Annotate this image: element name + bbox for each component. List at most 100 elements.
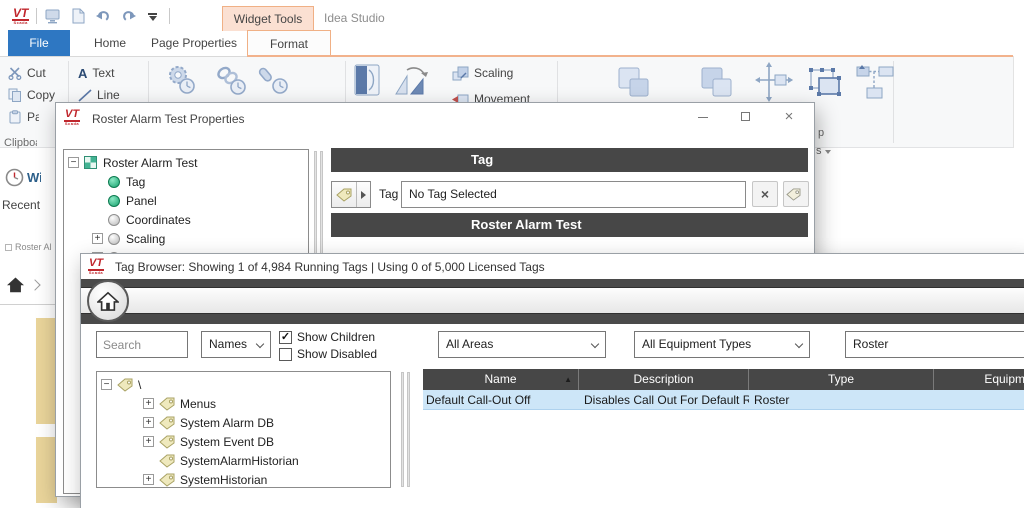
clipboard-group-caption: Clipboard [4, 137, 37, 149]
equipment-filter-select[interactable]: All Equipment Types [634, 331, 810, 358]
dialog-title: Roster Alarm Test Properties [92, 112, 245, 126]
show-disabled-checkbox[interactable]: Show Disabled [279, 347, 377, 361]
scaling-button[interactable]: Scaling [452, 64, 513, 82]
tree-item-tag[interactable]: Tag [68, 172, 308, 191]
cut-button[interactable]: Cut [8, 64, 46, 82]
tab-home[interactable]: Home [80, 30, 140, 57]
tree-item-panel[interactable]: Panel [68, 191, 308, 210]
tab-page-properties[interactable]: Page Properties [146, 30, 242, 57]
expand-expander[interactable]: + [143, 474, 154, 485]
tag-icon [159, 397, 175, 411]
expand-expander[interactable]: + [143, 417, 154, 428]
recent-item-thumbnail[interactable]: Roster Alarm Test [5, 242, 51, 252]
canvas-widget-bar[interactable] [36, 318, 57, 424]
rotate-icon[interactable] [393, 64, 433, 101]
column-header-name[interactable]: Name ▲ [423, 369, 579, 390]
display-manager-icon[interactable] [44, 7, 62, 25]
customize-toolbar-icon[interactable] [144, 7, 162, 25]
right-triangle-icon [361, 191, 366, 199]
copy-button[interactable]: Copy [8, 86, 55, 104]
dropdown-chevron-icon [825, 150, 831, 154]
column-header-type[interactable]: Type [749, 369, 934, 390]
cell-equipment [934, 390, 1024, 410]
column-header-description[interactable]: Description [579, 369, 749, 390]
table-row-selected[interactable]: Default Call-Out Off Disables Call Out F… [423, 390, 1024, 410]
paste-label: Paste [27, 110, 39, 124]
copy-label: Copy [27, 88, 55, 102]
home-icon [97, 291, 119, 311]
expand-expander[interactable]: + [143, 398, 154, 409]
filter-mode-select[interactable]: Names [201, 331, 271, 358]
chevron-down-icon [256, 340, 264, 348]
divider [169, 8, 170, 24]
gear-widget-tool-icon[interactable] [163, 62, 201, 103]
tag-picker-dropdown[interactable] [357, 182, 370, 207]
line-icon [78, 89, 92, 102]
browse-tag-button[interactable] [783, 181, 809, 207]
tab-format[interactable]: Format [247, 30, 331, 57]
tree-item-system-event-db[interactable]: + System Event DB [101, 432, 390, 451]
position-move-icon[interactable] [755, 62, 795, 105]
tree-item-scaling[interactable]: + Scaling [68, 229, 308, 248]
scissors-icon [8, 66, 22, 80]
expand-expander[interactable]: + [92, 233, 103, 244]
studio-title: Idea Studio [324, 11, 385, 25]
tree-item-systemalarmhistorian[interactable]: SystemAlarmHistorian [101, 451, 390, 470]
tag-icon [159, 454, 175, 468]
link-widget-tool-icon[interactable] [213, 62, 251, 103]
tree-item-coordinates[interactable]: Coordinates [68, 210, 308, 229]
tag-icon [159, 416, 175, 430]
wrench-widget-tool-icon[interactable] [256, 62, 294, 103]
tag-field-value[interactable]: No Tag Selected [401, 181, 746, 208]
send-backward-icon[interactable] [615, 64, 653, 103]
tag-icon [159, 473, 175, 487]
bring-forward-icon[interactable] [698, 64, 736, 103]
cell-name: Default Call-Out Off [423, 390, 579, 410]
recent-section-caption: Recent [2, 198, 43, 212]
area-filter-select[interactable]: All Areas [438, 331, 606, 358]
tree-item-root[interactable]: − \ [101, 375, 390, 394]
widget-root-icon [84, 156, 97, 169]
tree-item-systemhistorian[interactable]: + SystemHistorian [101, 470, 390, 488]
vtscada-logo: VTScada [88, 258, 104, 275]
column-header-equipment[interactable]: Equipment [934, 369, 1024, 390]
breadcrumb-strip[interactable] [81, 287, 1024, 314]
clear-tag-button[interactable]: × [752, 181, 778, 207]
selection-handles-icon[interactable] [805, 64, 845, 103]
home-button[interactable] [87, 280, 129, 322]
text-tool-button[interactable]: A Text [78, 64, 114, 82]
vtscada-idea-studio-window: VT Scada Widget Tools Idea Studio File H… [0, 0, 1024, 508]
tag-picker-button[interactable] [331, 181, 371, 208]
collapse-expander[interactable]: − [68, 157, 79, 168]
tree-item-roster-alarm-test[interactable]: − Roster Alarm Test [68, 153, 308, 172]
flip-mirror-icon[interactable] [352, 62, 382, 101]
collapse-expander[interactable]: − [101, 379, 112, 390]
canvas-widget-bar[interactable] [36, 437, 57, 503]
home-icon [6, 276, 25, 293]
tree-item-system-alarm-db[interactable]: + System Alarm DB [101, 413, 390, 432]
breadcrumb-band [81, 279, 1024, 324]
expand-expander[interactable]: + [143, 436, 154, 447]
search-input[interactable] [96, 331, 188, 358]
page-breadcrumb[interactable] [6, 276, 39, 293]
type-filter-select[interactable]: Roster [845, 331, 1024, 358]
contextual-tab-widget-tools[interactable]: Widget Tools [222, 6, 314, 31]
tag-icon [159, 435, 175, 449]
redo-icon[interactable] [119, 7, 137, 25]
undo-icon[interactable] [94, 7, 112, 25]
show-children-label: Show Children [297, 330, 375, 344]
ribbon-fragment-p: p [818, 127, 824, 139]
new-page-icon[interactable] [69, 7, 87, 25]
scaling-icon [452, 66, 469, 81]
tag-icon [332, 182, 357, 207]
thumbnail-label: Roster Alarm Test [15, 242, 51, 252]
tree-item-menus[interactable]: + Menus [101, 394, 390, 413]
connect-widgets-icon[interactable] [855, 64, 897, 103]
paste-button[interactable]: Paste [8, 108, 39, 126]
checkbox-unchecked[interactable] [279, 348, 292, 361]
checkbox-checked[interactable]: ✓ [279, 331, 292, 344]
tab-file[interactable]: File [8, 30, 70, 57]
panel-splitter[interactable] [401, 372, 410, 487]
show-children-checkbox[interactable]: ✓ Show Children [279, 330, 375, 344]
divider [36, 8, 37, 24]
